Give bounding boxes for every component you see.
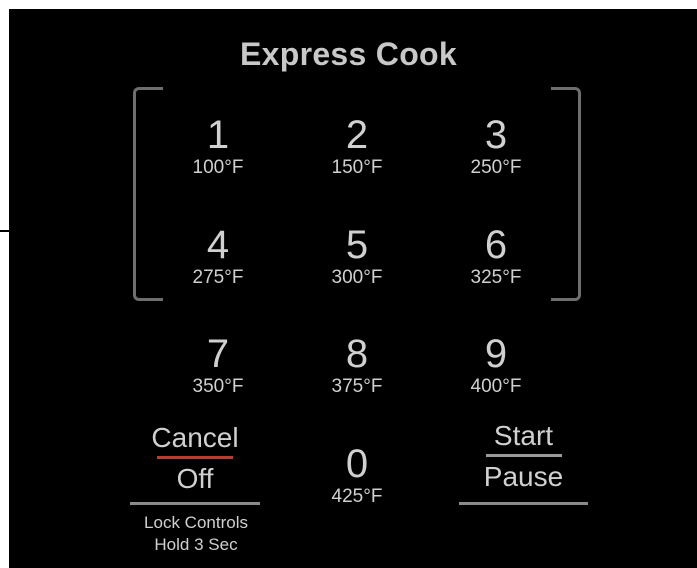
off-label: Off xyxy=(176,463,214,494)
start-pause-button[interactable]: Start Pause xyxy=(459,420,588,493)
panel-title: Express Cook xyxy=(239,36,458,72)
start-divider xyxy=(485,454,562,457)
key-number: 7 xyxy=(206,332,230,376)
start-underline xyxy=(459,502,588,505)
key-number: 1 xyxy=(206,113,230,157)
key-temperature: 100°F xyxy=(192,157,244,178)
left-bracket xyxy=(133,87,163,301)
pause-label: Pause xyxy=(483,461,564,492)
lock-controls-line: Lock Controls xyxy=(144,513,248,532)
edge-line xyxy=(0,230,9,232)
key-number: 4 xyxy=(206,223,230,267)
key-temperature: 400°F xyxy=(470,376,522,397)
cancel-label: Cancel xyxy=(151,422,239,453)
key-temperature: 425°F xyxy=(331,486,383,507)
key-temperature: 350°F xyxy=(192,376,244,397)
key-5[interactable]: 5 300°F xyxy=(307,223,407,289)
key-4[interactable]: 4 275°F xyxy=(168,223,268,289)
cancel-divider xyxy=(157,456,233,459)
key-7[interactable]: 7 350°F xyxy=(168,332,268,398)
key-1[interactable]: 1 100°F xyxy=(168,113,268,179)
key-number: 2 xyxy=(345,113,369,157)
lock-hold-line: Hold 3 Sec xyxy=(154,535,238,554)
control-panel-frame: Express Cook 1 100°F 2 150°F 3 250°F 4 2… xyxy=(0,0,697,568)
key-number: 3 xyxy=(484,113,508,157)
key-0[interactable]: 0 425°F xyxy=(307,442,407,508)
key-number: 0 xyxy=(345,442,369,486)
key-2[interactable]: 2 150°F xyxy=(307,113,407,179)
cancel-underline xyxy=(130,502,260,505)
cancel-off-button[interactable]: Cancel Off xyxy=(130,422,260,495)
key-temperature: 325°F xyxy=(470,267,522,288)
key-number: 5 xyxy=(345,223,369,267)
key-3[interactable]: 3 250°F xyxy=(446,113,546,179)
key-temperature: 150°F xyxy=(331,157,383,178)
key-number: 8 xyxy=(345,332,369,376)
key-temperature: 250°F xyxy=(470,157,522,178)
key-8[interactable]: 8 375°F xyxy=(307,332,407,398)
key-number: 9 xyxy=(484,332,508,376)
key-9[interactable]: 9 400°F xyxy=(446,332,546,398)
start-label: Start xyxy=(493,420,554,451)
lock-controls-hint: Lock Controls Hold 3 Sec xyxy=(120,512,272,556)
key-number: 6 xyxy=(484,223,508,267)
right-bracket xyxy=(551,87,581,301)
key-temperature: 375°F xyxy=(331,376,383,397)
key-6[interactable]: 6 325°F xyxy=(446,223,546,289)
key-temperature: 275°F xyxy=(192,267,244,288)
key-temperature: 300°F xyxy=(331,267,383,288)
